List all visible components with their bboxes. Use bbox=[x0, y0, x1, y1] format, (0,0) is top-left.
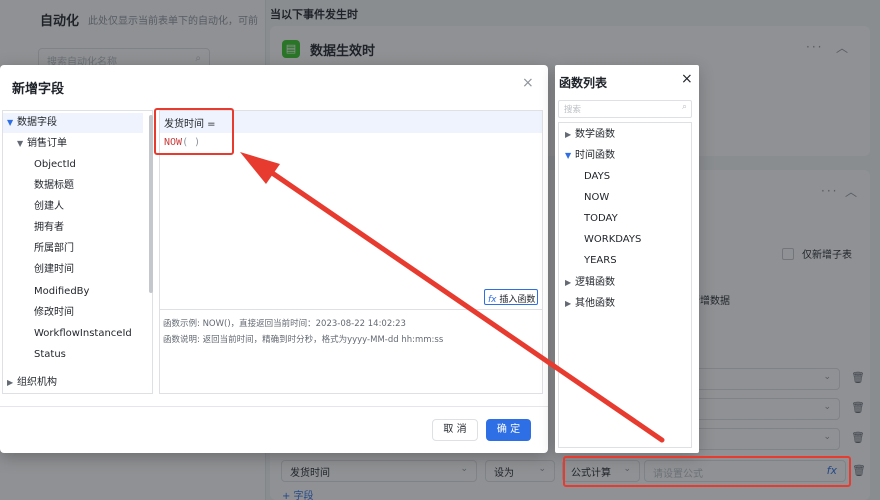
arrow-head bbox=[240, 152, 280, 184]
annotation-arrow bbox=[240, 152, 665, 443]
arrow-shaft bbox=[259, 163, 665, 443]
